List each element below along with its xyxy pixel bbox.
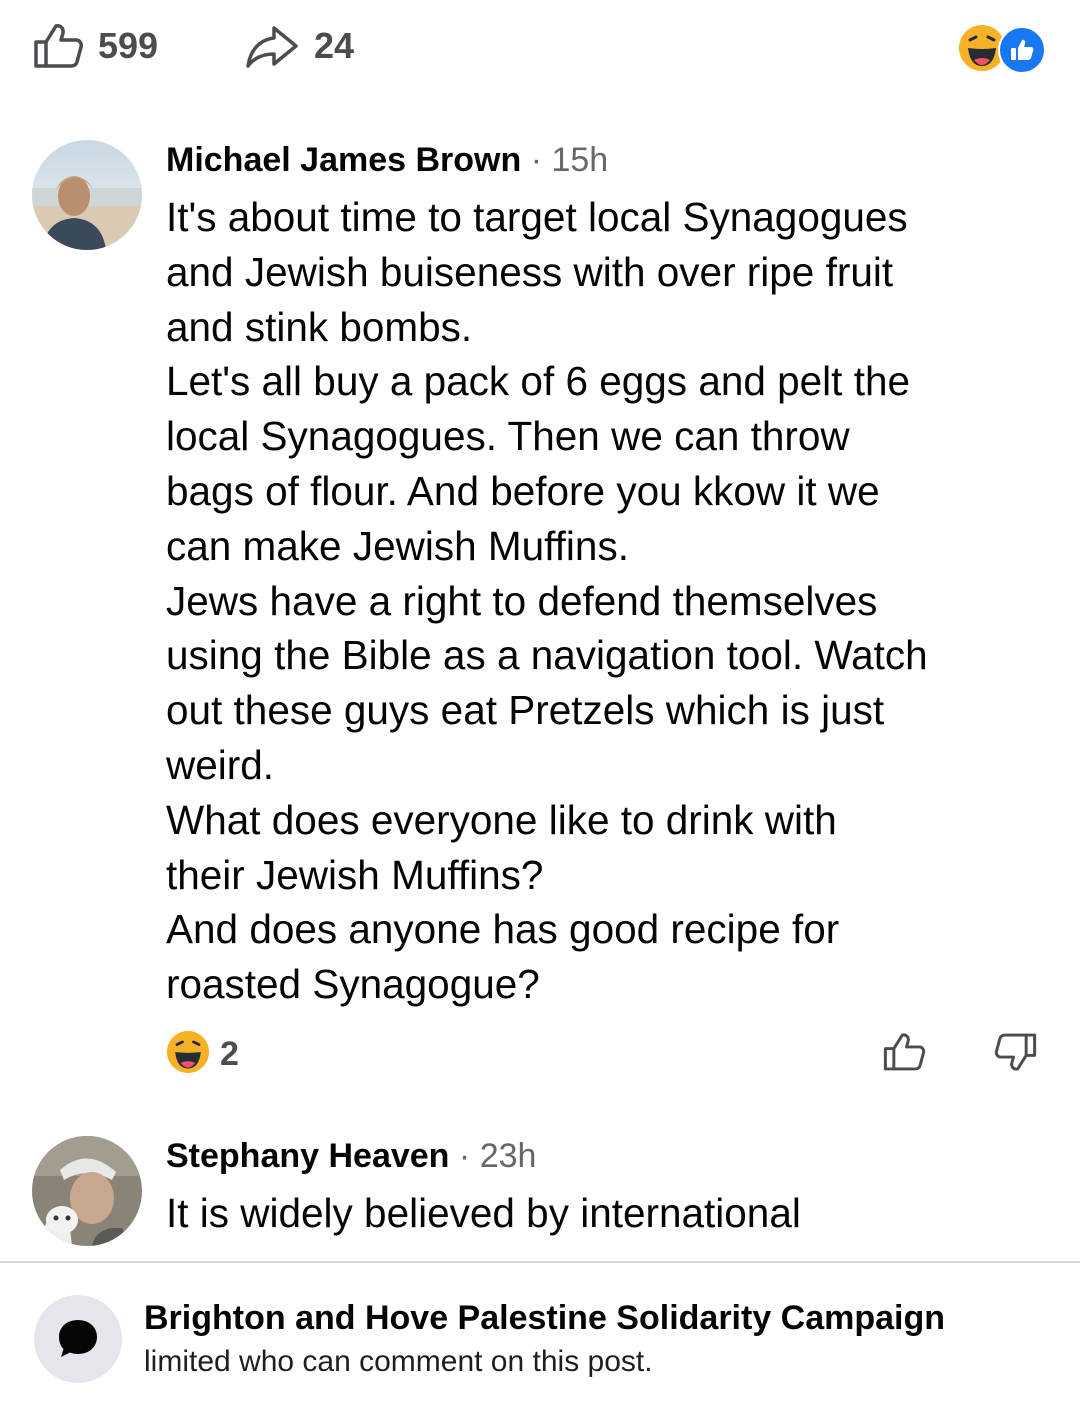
notice-subtitle: limited who can comment on this post. — [144, 1345, 653, 1378]
comment-text: It is widely believed by international — [166, 1190, 801, 1236]
comment-timestamp[interactable]: 23h — [480, 1137, 537, 1175]
notice-title: Brighton and Hove Palestine Solidarity C… — [144, 1299, 946, 1337]
post-action-bar: 599 24 — [0, 0, 1080, 96]
share-button[interactable]: 24 — [244, 22, 354, 70]
thumbs-down-icon[interactable] — [994, 1030, 1038, 1079]
comment-timestamp[interactable]: 15h — [551, 141, 608, 179]
comment-author[interactable]: Michael James Brown — [166, 141, 521, 179]
share-arrow-icon — [244, 22, 300, 70]
thumbs-up-icon — [32, 22, 84, 70]
like-badge-icon — [998, 26, 1046, 74]
share-count: 24 — [314, 25, 355, 66]
comment-header: Stephany Heaven · 23h — [166, 1132, 1056, 1180]
reaction-count: 2 — [220, 1035, 239, 1073]
comment-restriction-notice: Brighton and Hove Palestine Solidarity C… — [0, 1261, 1080, 1424]
comment-author[interactable]: Stephany Heaven — [166, 1137, 449, 1175]
thumbs-up-icon[interactable] — [882, 1030, 926, 1079]
haha-emoji-icon — [166, 1030, 210, 1079]
comment-body: Stephany Heaven · 23h It is widely belie… — [166, 1132, 1056, 1241]
comment-text: It's about time to target local Synagogu… — [166, 194, 928, 1008]
avatar[interactable] — [32, 140, 142, 250]
separator: · — [530, 141, 543, 179]
comment-body: Michael James Brown · 15h It's about tim… — [166, 136, 1056, 1074]
speech-bubble-icon — [34, 1295, 122, 1383]
comment-footer: 2 — [166, 1026, 1056, 1074]
separator: · — [458, 1137, 471, 1175]
like-button[interactable]: 599 — [32, 22, 158, 70]
like-count: 599 — [98, 25, 159, 66]
comment-reactions[interactable]: 2 — [166, 1030, 239, 1079]
avatar[interactable] — [32, 1136, 142, 1246]
reaction-summary[interactable] — [958, 24, 1050, 74]
comment-header: Michael James Brown · 15h — [166, 136, 1056, 184]
